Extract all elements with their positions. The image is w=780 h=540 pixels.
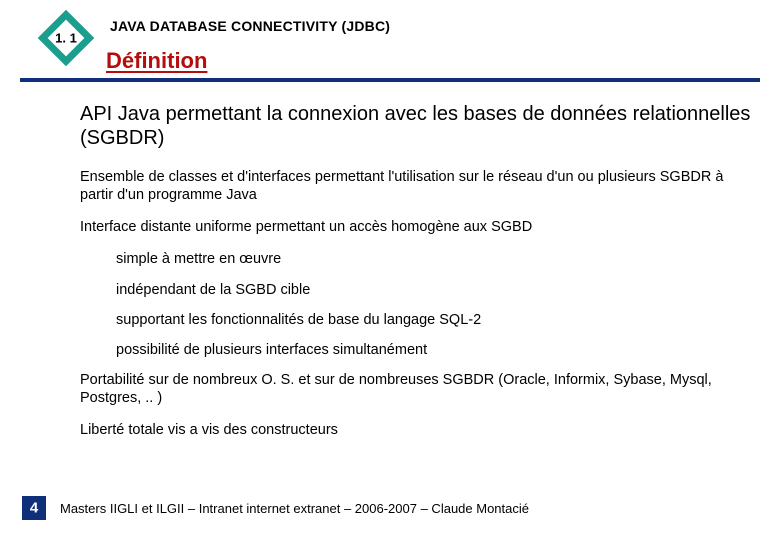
sub-item: supportant les fonctionnalités de base d… <box>116 311 752 329</box>
sub-item: possibilité de plusieurs interfaces simu… <box>116 341 752 359</box>
slide-content: API Java permettant la connexion avec le… <box>0 82 780 439</box>
page-number-badge: 4 <box>14 488 54 528</box>
sublist: simple à mettre en œuvre indépendant de … <box>80 250 752 359</box>
slide-footer: 4 Masters IIGLI et ILGII – Intranet inte… <box>0 488 780 528</box>
paragraph: Interface distante uniforme permettant u… <box>80 218 752 236</box>
chapter-title: JAVA DATABASE CONNECTIVITY (JDBC) <box>110 18 780 34</box>
paragraph: Liberté totale vis a vis des constructeu… <box>80 421 752 439</box>
sub-item: simple à mettre en œuvre <box>116 250 752 268</box>
paragraph: Portabilité sur de nombreux O. S. et sur… <box>80 371 752 407</box>
section-number-badge: 1. 1 <box>38 10 94 66</box>
slide-header: 1. 1 JAVA DATABASE CONNECTIVITY (JDBC) D… <box>0 0 780 74</box>
section-number: 1. 1 <box>55 31 77 46</box>
section-title: Définition <box>106 48 780 74</box>
sub-item: indépendant de la SGBD cible <box>116 281 752 299</box>
lead-paragraph: API Java permettant la connexion avec le… <box>80 102 752 150</box>
footer-text: Masters IIGLI et ILGII – Intranet intern… <box>60 501 529 516</box>
paragraph: Ensemble de classes et d'interfaces perm… <box>80 168 752 204</box>
page-number: 4 <box>30 500 38 517</box>
